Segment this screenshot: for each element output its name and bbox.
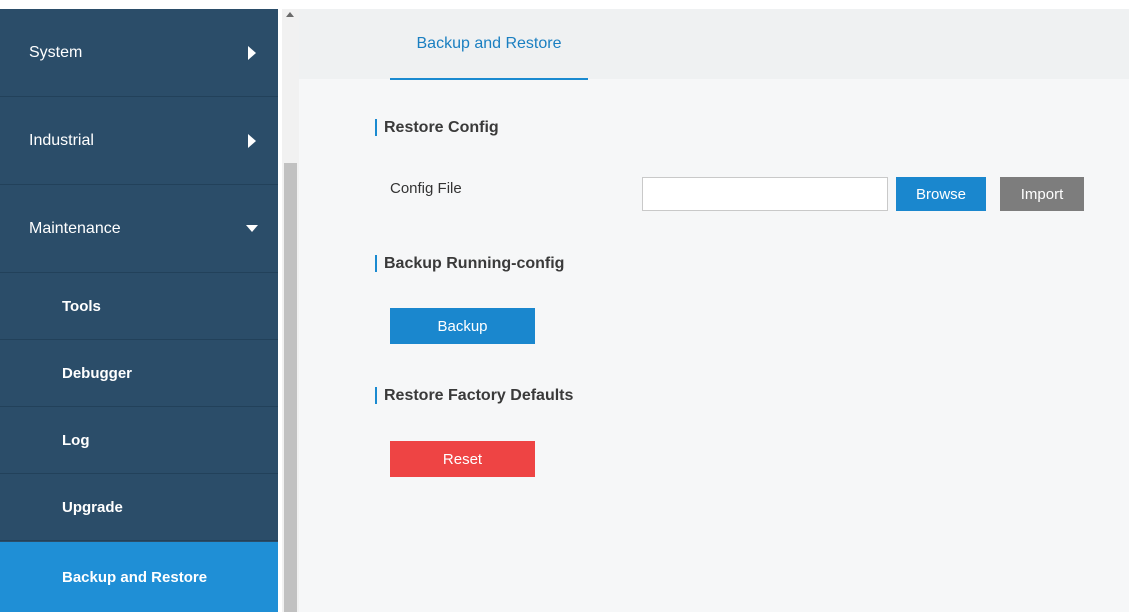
scrollbar-thumb[interactable] (284, 163, 297, 612)
sidebar-item-label: Debugger (62, 364, 133, 382)
caret-down-icon (246, 225, 258, 232)
sidebar-item-system[interactable]: System (0, 9, 278, 97)
sidebar-item-label: Industrial (29, 131, 94, 149)
config-file-label: Config File (390, 180, 462, 197)
tab-bar: Backup and Restore (299, 9, 1129, 80)
sidebar-item-label: System (29, 43, 83, 61)
sidebar-item-label: Tools (62, 297, 101, 315)
main-content: Backup and Restore Restore Config Config… (299, 9, 1129, 612)
tab-label: Backup and Restore (416, 34, 562, 52)
sidebar-item-label: Log (62, 431, 90, 449)
sidebar-item-label: Upgrade (62, 498, 123, 516)
config-file-input[interactable] (642, 177, 888, 211)
caret-right-icon (248, 45, 256, 60)
tab-backup-and-restore[interactable]: Backup and Restore (390, 9, 588, 80)
sidebar-item-label: Maintenance (29, 219, 121, 237)
sidebar-item-debugger[interactable]: Debugger (0, 340, 278, 407)
caret-right-icon (248, 133, 256, 148)
reset-button[interactable]: Reset (390, 441, 535, 477)
sidebar-item-backup-and-restore[interactable]: Backup and Restore (0, 542, 278, 612)
import-button[interactable]: Import (1000, 177, 1084, 211)
sidebar: System Industrial Maintenance Tools Debu… (0, 9, 278, 612)
backup-running-config-heading: Backup Running-config (375, 255, 564, 272)
sidebar-scrollbar[interactable] (282, 9, 299, 612)
sidebar-item-upgrade[interactable]: Upgrade (0, 474, 278, 541)
scroll-up-arrow-icon[interactable] (286, 12, 294, 17)
sidebar-item-log[interactable]: Log (0, 407, 278, 474)
sidebar-item-label: Backup and Restore (62, 568, 208, 586)
sidebar-item-maintenance[interactable]: Maintenance (0, 185, 278, 273)
browse-button[interactable]: Browse (896, 177, 986, 211)
sidebar-item-industrial[interactable]: Industrial (0, 97, 278, 185)
restore-config-heading: Restore Config (375, 119, 499, 136)
backup-button[interactable]: Backup (390, 308, 535, 344)
sidebar-item-tools[interactable]: Tools (0, 273, 278, 340)
restore-factory-defaults-heading: Restore Factory Defaults (375, 387, 573, 404)
